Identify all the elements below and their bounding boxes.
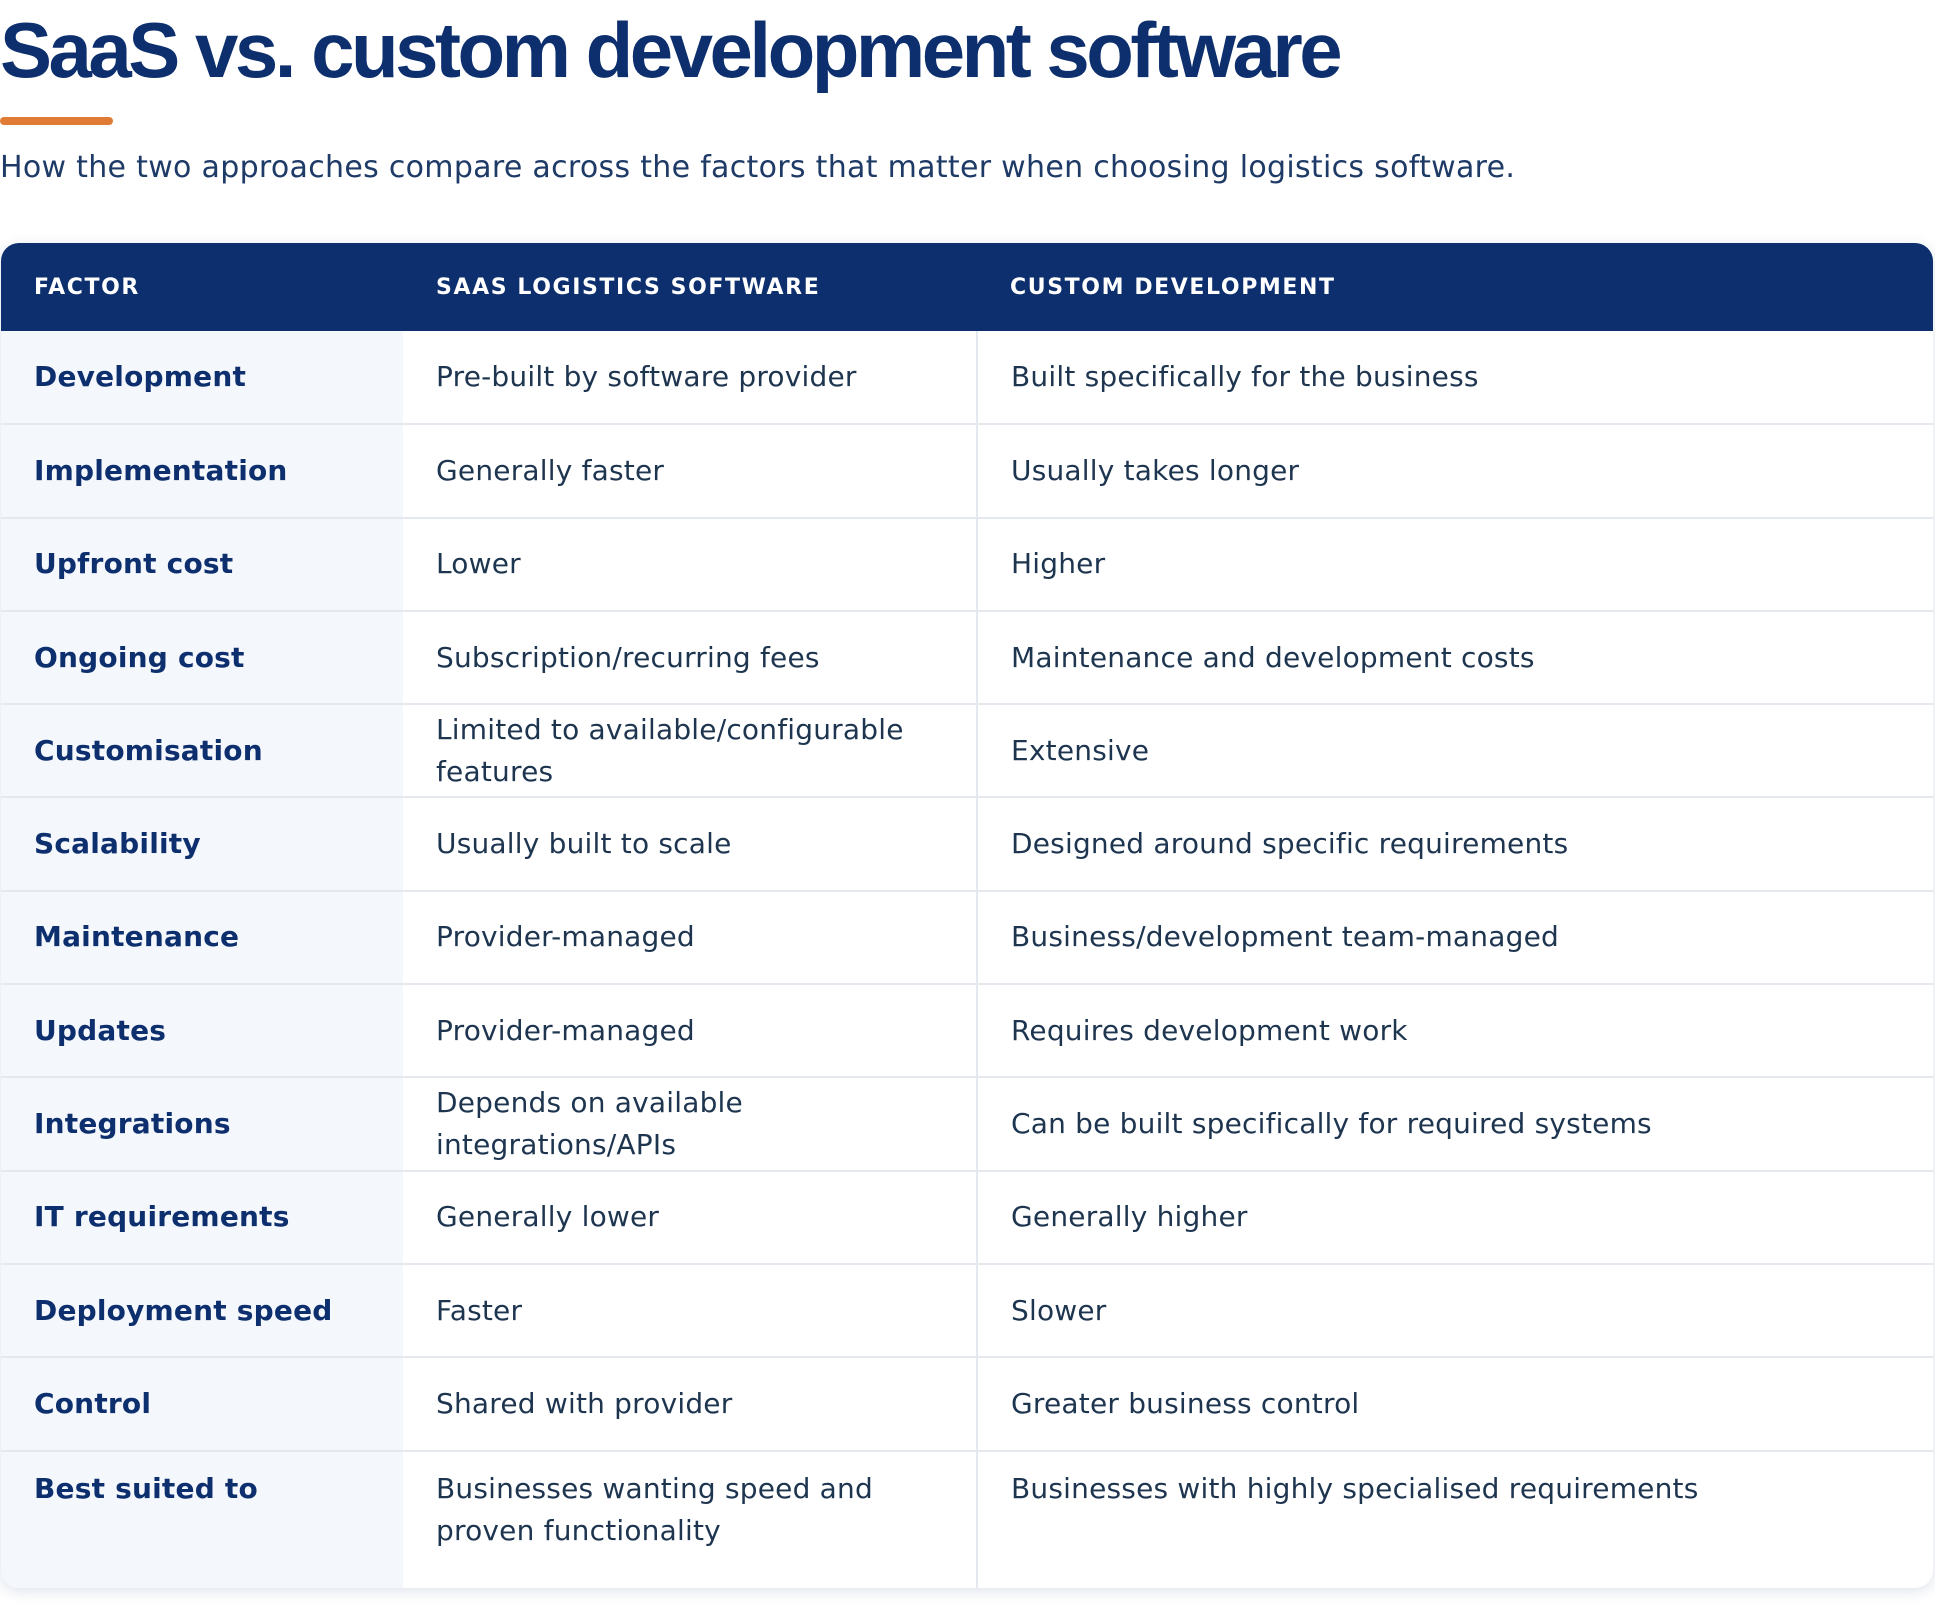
saas-cell: Businesses wanting speed and proven func…: [403, 1449, 978, 1588]
saas-cell: Subscription/recurring fees: [403, 609, 978, 705]
saas-cell: Limited to available/configurable featur…: [403, 703, 978, 798]
custom-cell: Slower: [977, 1262, 1933, 1358]
factor-cell: Implementation: [1, 423, 403, 518]
table-row: Updates Provider-managed Requires develo…: [1, 983, 1933, 1078]
title-accent-bar: [0, 117, 113, 125]
table-header: FACTOR SAAS LOGISTICS SOFTWARE CUSTOM DE…: [1, 243, 1933, 331]
header-custom: CUSTOM DEVELOPMENT: [1010, 274, 1336, 300]
saas-cell: Shared with provider: [403, 1356, 978, 1451]
custom-cell: Greater business control: [977, 1356, 1933, 1451]
saas-cell: Depends on available integrations/APIs: [403, 1076, 978, 1171]
table-row: Upfront cost Lower Higher: [1, 516, 1933, 611]
table-row: Integrations Depends on available integr…: [1, 1076, 1933, 1171]
saas-cell: Pre-built by software provider: [403, 331, 978, 425]
table-row: Scalability Usually built to scale Desig…: [1, 796, 1933, 891]
custom-cell: Generally higher: [977, 1169, 1933, 1264]
custom-cell: Extensive: [977, 703, 1933, 798]
saas-cell: Usually built to scale: [403, 796, 978, 891]
saas-cell: Generally faster: [403, 423, 978, 518]
comparison-table-card: FACTOR SAAS LOGISTICS SOFTWARE CUSTOM DE…: [1, 243, 1933, 1588]
factor-cell: IT requirements: [1, 1169, 403, 1264]
factor-cell: Development: [1, 331, 403, 425]
page: SaaS vs. custom development software How…: [0, 0, 1935, 1609]
saas-cell: Generally lower: [403, 1169, 978, 1264]
saas-cell: Provider-managed: [403, 983, 978, 1078]
factor-cell: Ongoing cost: [1, 609, 403, 705]
table-row: Best suited to Businesses wanting speed …: [1, 1449, 1933, 1588]
custom-cell: Requires development work: [977, 983, 1933, 1078]
table-row: Development Pre-built by software provid…: [1, 331, 1933, 425]
factor-cell: Best suited to: [1, 1449, 403, 1588]
table-row: Customisation Limited to available/confi…: [1, 703, 1933, 798]
custom-cell: Built specifically for the business: [1011, 360, 1479, 394]
saas-cell: Provider-managed: [403, 889, 978, 985]
header-saas: SAAS LOGISTICS SOFTWARE: [436, 274, 821, 300]
factor-cell: Updates: [1, 983, 403, 1078]
comparison-table: FACTOR SAAS LOGISTICS SOFTWARE CUSTOM DE…: [1, 243, 1933, 1588]
factor-cell: Deployment speed: [1, 1262, 403, 1358]
saas-cell: Lower: [403, 516, 978, 611]
table-header-row: FACTOR SAAS LOGISTICS SOFTWARE CUSTOM DE…: [1, 243, 1933, 331]
table-row: Implementation Generally faster Usually …: [1, 423, 1933, 518]
page-title: SaaS vs. custom development software: [0, 6, 1343, 94]
table-row: Control Shared with provider Greater bus…: [1, 1356, 1933, 1451]
factor-cell: Scalability: [1, 796, 403, 891]
factor-cell: Maintenance: [1, 889, 403, 985]
table-row: Ongoing cost Subscription/recurring fees…: [1, 609, 1933, 705]
factor-cell: Control: [1, 1356, 403, 1451]
table-body: Development Pre-built by software provid…: [1, 331, 1933, 1588]
custom-cell: Higher: [977, 516, 1933, 611]
custom-cell: Can be built specifically for required s…: [977, 1076, 1933, 1171]
factor-cell: Customisation: [1, 703, 403, 798]
factor-cell: Integrations: [1, 1076, 403, 1171]
table-row: Maintenance Provider-managed Business/de…: [1, 889, 1933, 985]
header-factor: FACTOR: [34, 274, 140, 300]
table-row: Deployment speed Faster Slower: [1, 1262, 1933, 1358]
custom-cell: Usually takes longer: [977, 423, 1933, 518]
custom-cell: Business/development team-managed: [977, 889, 1933, 985]
factor-cell: Upfront cost: [1, 516, 403, 611]
page-subtitle: How the two approaches compare across th…: [0, 150, 1516, 185]
custom-cell: Designed around specific requirements: [977, 796, 1933, 891]
custom-cell: Maintenance and development costs: [977, 609, 1933, 705]
table-row: IT requirements Generally lower Generall…: [1, 1169, 1933, 1264]
saas-cell: Faster: [403, 1262, 978, 1358]
custom-cell: Businesses with highly specialised requi…: [977, 1449, 1933, 1588]
